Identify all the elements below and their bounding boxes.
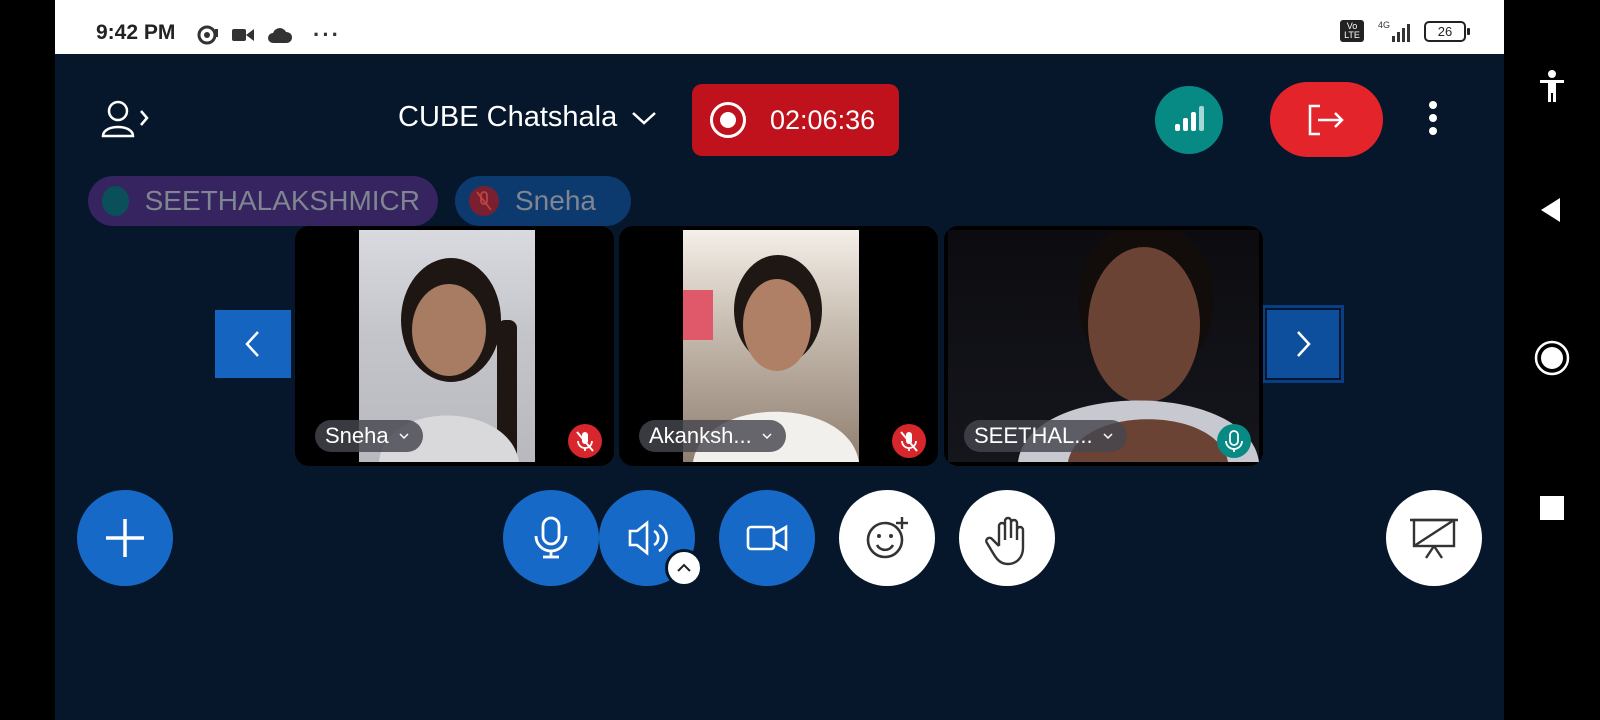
mic-muted-badge	[568, 424, 602, 458]
talker-name: SEETHALAKSHMICR	[144, 185, 420, 216]
status-time: 9:42 PM	[96, 21, 176, 44]
emoji-add-icon	[866, 517, 908, 559]
audio-options-button[interactable]	[665, 549, 703, 587]
chevron-down-icon	[399, 432, 409, 439]
presentation-icon	[1410, 518, 1458, 559]
talker-name: Sneha	[515, 185, 596, 216]
chevron-down-icon	[1103, 432, 1113, 439]
talker-indicator[interactable]: Sneha	[455, 176, 631, 226]
mic-muted-badge	[892, 424, 926, 458]
participant-name-menu[interactable]: Akanksh...	[639, 420, 786, 452]
camera-icon	[746, 524, 788, 552]
system-navigation-bar	[1504, 0, 1600, 720]
chevron-right-icon	[1297, 331, 1311, 357]
connection-status-button[interactable]	[1155, 86, 1223, 154]
back-button[interactable]	[1532, 190, 1572, 230]
battery-indicator: 26	[1424, 20, 1470, 42]
recents-square-icon	[1540, 496, 1564, 520]
signal-icon: 4G	[1378, 20, 1410, 42]
chevron-up-icon	[677, 563, 691, 572]
accessibility-button[interactable]	[1532, 66, 1572, 106]
mic-off-icon	[900, 431, 918, 452]
meeting-app: 9:42 PM ··· Vo LTE 4G 26 CUBE Chatshala …	[55, 0, 1504, 720]
chevron-down-icon	[632, 111, 657, 125]
home-button[interactable]	[1532, 338, 1572, 378]
meeting-title: CUBE Chatshala	[398, 101, 618, 133]
status-bar: 9:42 PM ··· Vo LTE 4G 26	[55, 0, 1504, 54]
presentation-button[interactable]	[1386, 490, 1482, 586]
network-type: 4G	[1377, 20, 1390, 30]
next-page-button[interactable]	[1262, 305, 1344, 383]
leave-meeting-button[interactable]	[1270, 82, 1383, 157]
participant-name: Akanksh...	[649, 423, 752, 448]
user-icon	[101, 100, 149, 138]
participant-name: Sneha	[325, 423, 389, 448]
hand-icon	[985, 516, 1025, 566]
mic-active-badge	[1217, 424, 1251, 458]
camera-button[interactable]	[719, 490, 815, 586]
talker-indicator[interactable]: SEETHALAKSHMICR	[88, 176, 438, 226]
exit-icon	[1308, 104, 1344, 136]
video-notification-icon	[232, 29, 254, 41]
participant-name: SEETHAL...	[974, 423, 1093, 448]
chevron-left-icon	[245, 331, 259, 357]
recording-indicator[interactable]: 02:06:36	[692, 84, 899, 156]
muted-avatar	[469, 186, 499, 216]
previous-page-button[interactable]	[215, 310, 291, 378]
reactions-button[interactable]	[839, 490, 935, 586]
status-system-icons: Vo LTE 4G 26	[1339, 20, 1470, 42]
meeting-title-dropdown[interactable]: CUBE Chatshala	[398, 101, 657, 134]
video-tile[interactable]: SEETHAL...	[944, 226, 1263, 466]
recents-button[interactable]	[1532, 488, 1572, 528]
user-list-button[interactable]	[100, 98, 152, 142]
microphone-icon	[534, 516, 568, 559]
plus-icon	[106, 519, 144, 557]
more-dot	[1429, 114, 1437, 122]
accessibility-icon	[1540, 70, 1564, 102]
microphone-button[interactable]	[503, 490, 599, 586]
back-triangle-icon	[1541, 198, 1560, 222]
participant-name-menu[interactable]: SEETHAL...	[964, 420, 1127, 452]
more-dot	[1429, 127, 1437, 135]
participant-name-menu[interactable]: Sneha	[315, 420, 423, 452]
chevron-down-icon	[762, 432, 772, 439]
actions-button[interactable]	[77, 490, 173, 586]
more-options-button[interactable]	[1417, 96, 1449, 144]
recording-timer: 02:06:36	[770, 104, 876, 135]
microphone-icon	[1225, 430, 1243, 452]
record-icon	[710, 102, 746, 138]
mic-off-icon	[476, 191, 492, 211]
sync-icon	[197, 25, 218, 45]
video-tile[interactable]: Akanksh...	[619, 226, 938, 466]
video-tile[interactable]: Sneha	[295, 226, 614, 466]
signal-bars-icon	[1175, 106, 1204, 131]
more-notifications: ···	[313, 22, 341, 47]
talker-avatar	[102, 186, 129, 216]
raise-hand-button[interactable]	[959, 490, 1055, 586]
volte-icon: Vo LTE	[1339, 20, 1364, 42]
status-notification-icons: ···	[197, 22, 341, 48]
cloud-icon	[268, 28, 293, 43]
mic-off-icon	[576, 431, 594, 452]
more-dot	[1429, 101, 1437, 109]
home-circle-icon	[1534, 340, 1570, 376]
